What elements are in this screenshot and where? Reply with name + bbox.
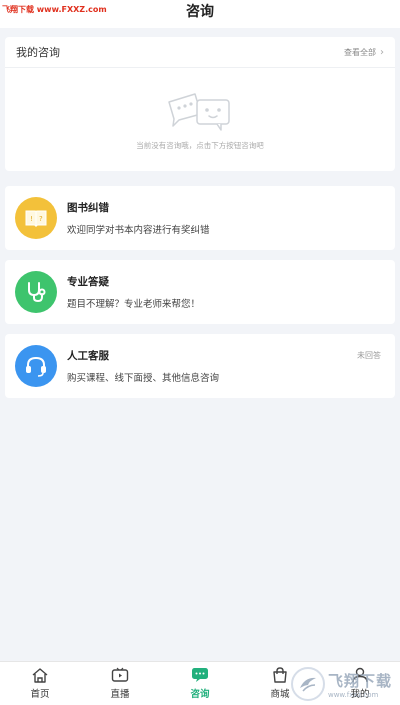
empty-chat-illustration-icon [168, 93, 230, 131]
my-consult-title: 我的咨询 [16, 46, 60, 59]
chevron-right-icon: › [380, 46, 384, 58]
tab-home[interactable]: 首页 [0, 662, 80, 705]
service-name: 人工客服 [67, 350, 109, 362]
status-badge: 未回答 [357, 351, 381, 360]
tab-label: 商城 [270, 689, 290, 700]
top-watermark-text: 飞翔下载 www.FXXZ.com [2, 5, 107, 14]
watermark-url: www.fxxz.com [327, 690, 379, 699]
tab-label: 直播 [110, 689, 130, 700]
service-name: 专业答疑 [67, 276, 109, 288]
view-all-label: 查看全部 [344, 47, 376, 57]
home-icon [32, 668, 48, 683]
watermark-brand: 飞翔下载 [327, 671, 392, 690]
svg-text:!: ! [30, 215, 33, 223]
watermark-logo-icon [290, 667, 325, 701]
service-customer-support[interactable]: 人工客服 购买课程、线下面授、其他信息咨询 未回答 [5, 334, 395, 398]
tab-consult[interactable]: 咨询 [160, 662, 240, 705]
headset-icon [15, 345, 57, 387]
shop-icon [273, 667, 287, 683]
tv-icon [111, 667, 129, 682]
service-name: 图书纠错 [67, 202, 109, 214]
my-consult-header: 我的咨询 查看全部 › [5, 37, 395, 68]
chat-icon [192, 668, 208, 682]
book-icon: ! ? [15, 197, 57, 239]
page-title: 咨询 [186, 4, 214, 20]
tab-label: 首页 [30, 689, 50, 700]
tab-label: 咨询 [190, 689, 210, 700]
service-desc: 购买课程、线下面授、其他信息咨询 [67, 373, 220, 384]
empty-state-text: 当前没有咨询哦，点击下方按钮咨询吧 [136, 141, 264, 150]
stethoscope-icon [15, 271, 57, 313]
my-consult-card: 我的咨询 查看全部 › 当前没有咨询哦，点击下方按钮咨询吧 [5, 37, 395, 171]
view-all-link[interactable]: 查看全部 › [344, 47, 384, 58]
service-desc: 题目不理解？专业老师来帮您！ [67, 299, 201, 310]
tab-live[interactable]: 直播 [80, 662, 160, 705]
service-professional-qa[interactable]: 专业答疑 题目不理解？专业老师来帮您！ [5, 260, 395, 324]
empty-state: 当前没有咨询哦，点击下方按钮咨询吧 [5, 68, 395, 151]
svg-text:?: ? [39, 215, 43, 223]
service-desc: 欢迎同学对书本内容进行有奖纠错 [67, 225, 210, 236]
service-book-correction[interactable]: ! ? 图书纠错 欢迎同学对书本内容进行有奖纠错 [5, 186, 395, 250]
site-watermark: 飞翔下载 www.fxxz.com [290, 667, 392, 701]
